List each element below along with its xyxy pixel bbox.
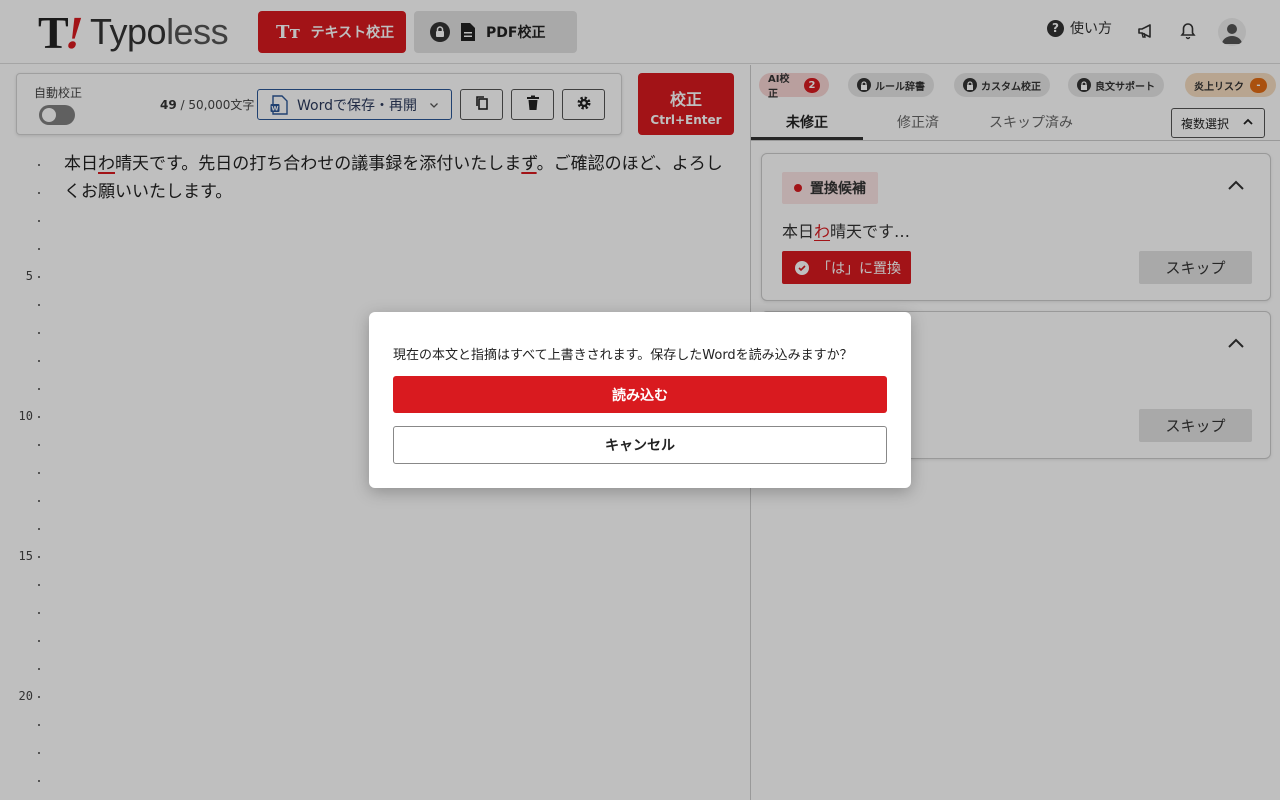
cancel-button[interactable]: キャンセル bbox=[393, 426, 887, 464]
load-button[interactable]: 読み込む bbox=[393, 376, 887, 413]
confirm-dialog: 現在の本文と指摘はすべて上書きされます。保存したWordを読み込みますか？ 読み… bbox=[369, 312, 911, 488]
dialog-message: 現在の本文と指摘はすべて上書きされます。保存したWordを読み込みますか？ bbox=[393, 348, 853, 363]
